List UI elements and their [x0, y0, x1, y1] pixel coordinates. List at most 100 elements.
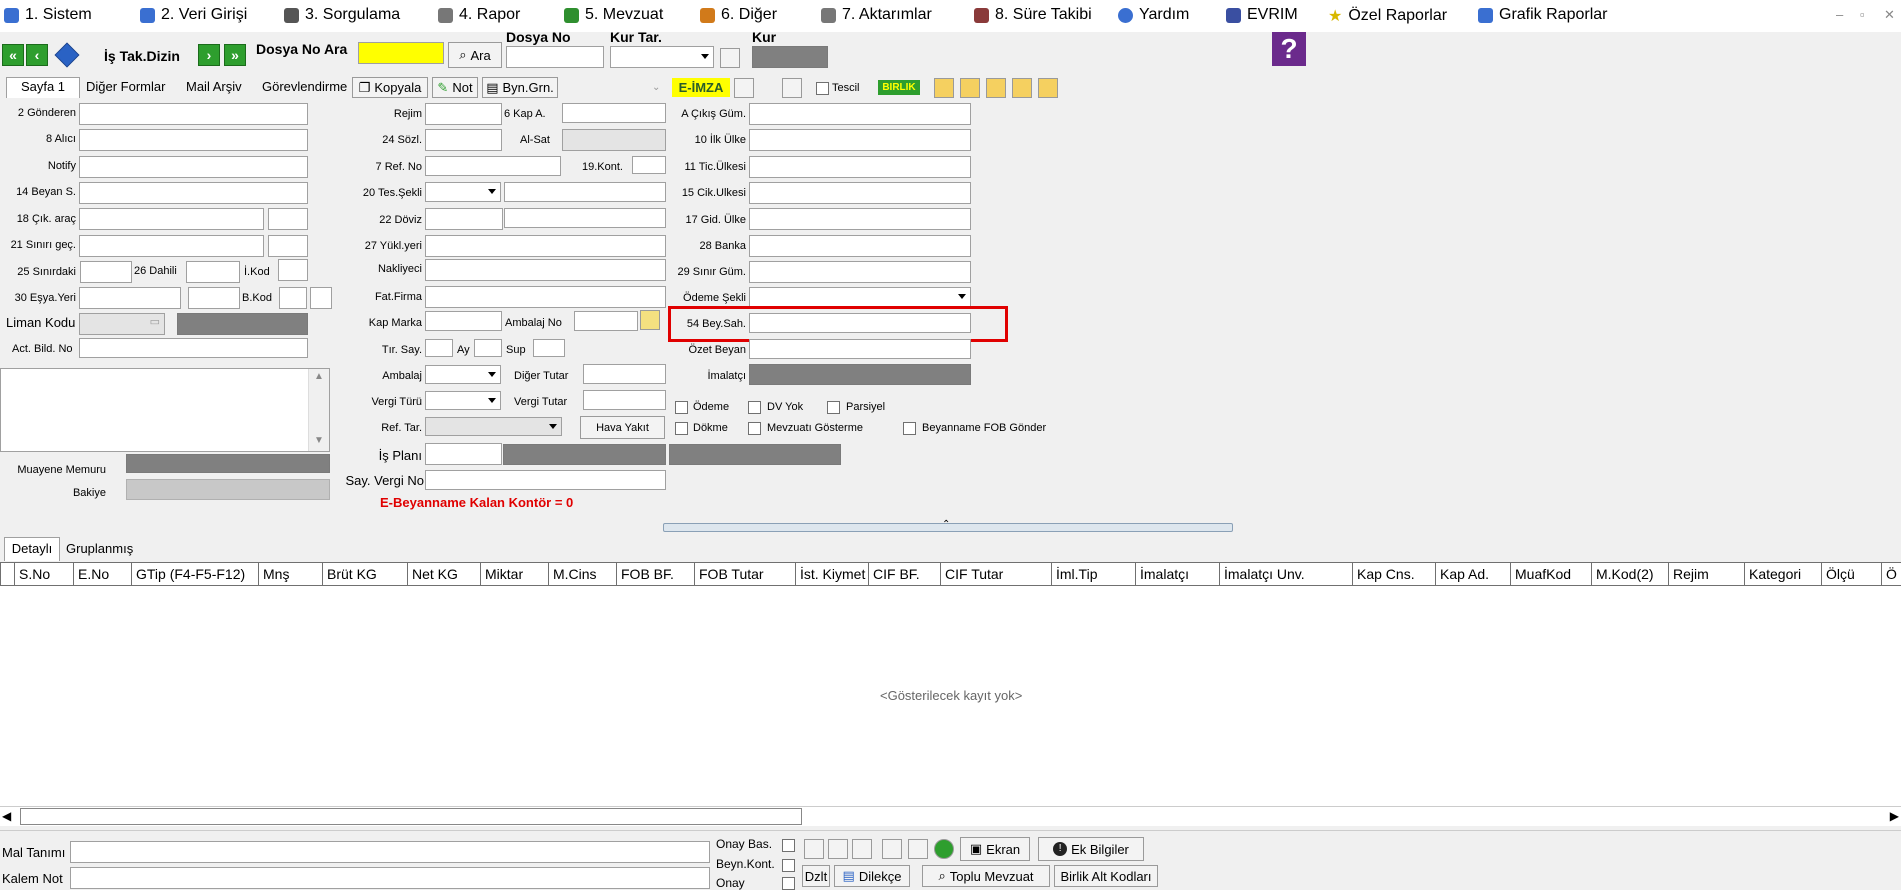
next-record-icon[interactable]: ›: [198, 44, 220, 66]
menu-yardim[interactable]: Yardım: [1118, 6, 1189, 24]
fat-firma-input[interactable]: [425, 286, 666, 308]
doviz-input[interactable]: [425, 208, 503, 230]
not-button[interactable]: ✎ Not: [432, 77, 478, 98]
column-header[interactable]: Brüt KG: [322, 563, 407, 585]
cik-ulkesi-input[interactable]: [749, 182, 971, 204]
column-header[interactable]: Miktar: [480, 563, 548, 585]
column-header[interactable]: İst. Kiymet: [795, 563, 868, 585]
column-header[interactable]: CIF BF.: [868, 563, 940, 585]
act-bild-no-input[interactable]: [79, 338, 308, 358]
column-header[interactable]: Kap Cns.: [1352, 563, 1435, 585]
gid-ulke-input[interactable]: [749, 208, 971, 230]
preview-icon[interactable]: [782, 78, 802, 98]
menu-sorgulama[interactable]: 3. Sorgulama: [284, 6, 400, 24]
ambalaj-dropdown[interactable]: [425, 365, 501, 384]
kap-a-input[interactable]: [562, 103, 666, 123]
column-header[interactable]: FOB Tutar: [694, 563, 795, 585]
esya-yeri-input[interactable]: [79, 287, 181, 309]
cik-arac-code-input[interactable]: [268, 208, 308, 230]
beyn-kont-checkbox[interactable]: [782, 859, 795, 872]
horizontal-scrollbar[interactable]: ◀ ▶: [0, 806, 1901, 826]
column-header[interactable]: S.No: [14, 563, 73, 585]
mal-tanimi-input[interactable]: [70, 841, 710, 863]
yuk-yeri-input[interactable]: [425, 235, 666, 257]
ek-bilgiler-button[interactable]: ! Ek Bilgiler: [1038, 837, 1144, 861]
copy-doc-icon[interactable]: [828, 839, 848, 859]
folder-up-icon[interactable]: [960, 78, 980, 98]
banka-input[interactable]: [749, 235, 971, 257]
column-header[interactable]: Mnş: [258, 563, 322, 585]
menu-diger[interactable]: 6. Diğer: [700, 6, 777, 24]
column-header[interactable]: CIF Tutar: [940, 563, 1051, 585]
column-header[interactable]: Kap Ad.: [1435, 563, 1510, 585]
sinir-gec-input[interactable]: [79, 235, 264, 257]
menu-mevzuat[interactable]: 5. Mevzuat: [564, 6, 663, 24]
esya-yeri-code-input[interactable]: [188, 287, 240, 309]
column-header[interactable]: E.No: [73, 563, 131, 585]
column-header[interactable]: Rejim: [1668, 563, 1744, 585]
ambalaj-no-input[interactable]: [574, 311, 638, 331]
column-header[interactable]: İmalatçı Unv.: [1219, 563, 1352, 585]
minimize-icon[interactable]: –: [1836, 7, 1843, 22]
dv-yok-checkbox[interactable]: [748, 401, 761, 414]
ay-input[interactable]: [474, 339, 502, 357]
sinir-gec-code-input[interactable]: [268, 235, 308, 257]
tescil-checkbox[interactable]: [816, 82, 829, 95]
menu-ozel-raporlar[interactable]: ★ Özel Raporlar: [1328, 6, 1447, 26]
column-header[interactable]: İml.Tip: [1051, 563, 1135, 585]
previous-record-icon[interactable]: ‹: [26, 44, 48, 66]
ilk-ulke-input[interactable]: [749, 129, 971, 151]
cik-arac-input[interactable]: [79, 208, 264, 230]
help-button[interactable]: ?: [1272, 32, 1306, 66]
column-header[interactable]: M.Cins: [548, 563, 616, 585]
close-icon[interactable]: ✕: [1884, 7, 1895, 23]
vergi-turu-dropdown[interactable]: [425, 391, 501, 410]
notify-input[interactable]: [79, 156, 308, 178]
first-record-icon[interactable]: «: [2, 44, 24, 66]
scroll-right-icon[interactable]: ▶: [1890, 809, 1899, 823]
gonderen-input[interactable]: [79, 103, 308, 125]
odeme-checkbox[interactable]: [675, 401, 688, 414]
tab-gorevlendirme[interactable]: Görevlendirme: [262, 79, 348, 94]
tes-sekli-input[interactable]: [504, 182, 666, 202]
edit-icon[interactable]: [640, 310, 660, 330]
ozet-beyan-input[interactable]: [749, 339, 971, 359]
tes-sekli-dropdown[interactable]: [425, 182, 501, 202]
is-plani-input[interactable]: [425, 443, 502, 465]
dahili-input[interactable]: [186, 261, 240, 283]
ekran-button[interactable]: ▣ Ekran: [960, 837, 1030, 861]
tab-sayfa-1[interactable]: Sayfa 1: [6, 77, 80, 98]
database-icon[interactable]: [734, 78, 754, 98]
sozl-input[interactable]: [425, 129, 502, 151]
last-record-icon[interactable]: »: [224, 44, 246, 66]
excel-icon[interactable]: [908, 839, 928, 859]
column-header[interactable]: Ölçü: [1821, 563, 1881, 585]
panel-splitter[interactable]: ⌃: [663, 519, 1233, 532]
column-header[interactable]: FOB BF.: [616, 563, 694, 585]
rejim-input[interactable]: [425, 103, 502, 125]
sinirdaki-input[interactable]: [80, 261, 132, 283]
dosya-no-ara-input[interactable]: [358, 42, 444, 64]
onay-bas-checkbox[interactable]: [782, 839, 795, 852]
dilekce-button[interactable]: ▤ Dilekçe: [834, 865, 910, 887]
chevron-down-icon[interactable]: ⌄: [652, 82, 660, 93]
byn-grn-button[interactable]: ▤ Byn.Grn.: [482, 77, 558, 98]
odeme-sekli-dropdown[interactable]: [749, 287, 971, 307]
say-vergi-no-input[interactable]: [425, 470, 666, 490]
dzlt-button[interactable]: Dzlt: [802, 865, 830, 887]
chevron-up-icon[interactable]: ⌃: [942, 519, 950, 530]
doviz-rate-input[interactable]: [504, 208, 666, 228]
keyboard-icon[interactable]: [882, 839, 902, 859]
tab-diger-formlar[interactable]: Diğer Formlar: [86, 79, 165, 94]
birlik-alt-kodlari-button[interactable]: Birlik Alt Kodları: [1054, 865, 1158, 887]
scroll-thumb[interactable]: [20, 808, 802, 825]
column-header[interactable]: Ö: [1881, 563, 1901, 585]
menu-rapor[interactable]: 4. Rapor: [438, 6, 520, 24]
scroll-up-icon[interactable]: ▲: [314, 371, 324, 382]
users-icon[interactable]: [804, 839, 824, 859]
menu-veri-girisi[interactable]: 2. Veri Girişi: [140, 6, 247, 24]
dosya-no-input[interactable]: [506, 46, 604, 68]
grid-body[interactable]: <Gösterilecek kayıt yok>: [0, 586, 1901, 806]
bkod-input[interactable]: [279, 287, 307, 309]
info-icon[interactable]: [54, 42, 80, 68]
